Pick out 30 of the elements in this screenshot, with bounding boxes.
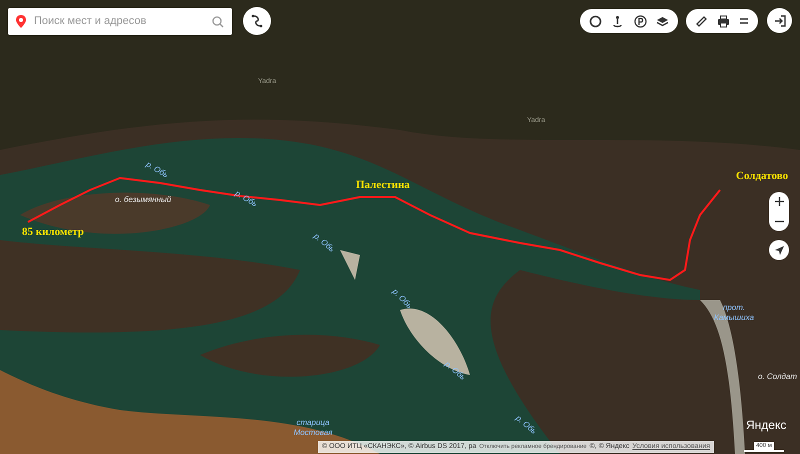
sandbar-area xyxy=(340,250,360,280)
map-logo: Яндекс xyxy=(746,417,786,434)
map-label: р. Обь xyxy=(442,360,468,382)
map-label: р. Обь xyxy=(390,287,414,311)
search-field[interactable]: Поиск мест и адресов xyxy=(8,8,232,35)
map-label: Солдатово xyxy=(736,170,788,184)
parking-icon[interactable] xyxy=(634,14,647,28)
ruler-icon[interactable] xyxy=(694,14,708,28)
map-label: р. Обь xyxy=(233,188,259,210)
map-label: р. Обь xyxy=(312,232,336,254)
zoom-in-icon[interactable] xyxy=(774,197,784,206)
route-icon xyxy=(250,14,264,28)
search-icon[interactable] xyxy=(212,16,224,28)
geolocation-button[interactable] xyxy=(769,240,789,260)
layers-icon[interactable] xyxy=(656,14,670,28)
map-label: Палестина xyxy=(356,179,410,193)
login-icon xyxy=(774,14,786,26)
map-label: р. Обь xyxy=(144,160,170,180)
printer-icon[interactable] xyxy=(716,14,730,28)
menu-icon[interactable] xyxy=(739,17,750,25)
map-label: прот. Камышиха xyxy=(713,303,755,323)
search-input[interactable]: Поиск мест и адресов xyxy=(34,13,204,30)
navigation-arrow-icon xyxy=(774,246,784,254)
map-label: о. Солдат xyxy=(758,372,797,382)
map-pin-icon xyxy=(16,15,26,28)
map-label: старица Мостовая xyxy=(292,418,334,438)
map-label: р. Обь xyxy=(514,414,538,436)
map-label: о. безымянный xyxy=(115,195,172,205)
panorama-person-icon[interactable] xyxy=(611,14,624,28)
map-label: 85 километр xyxy=(22,226,84,240)
